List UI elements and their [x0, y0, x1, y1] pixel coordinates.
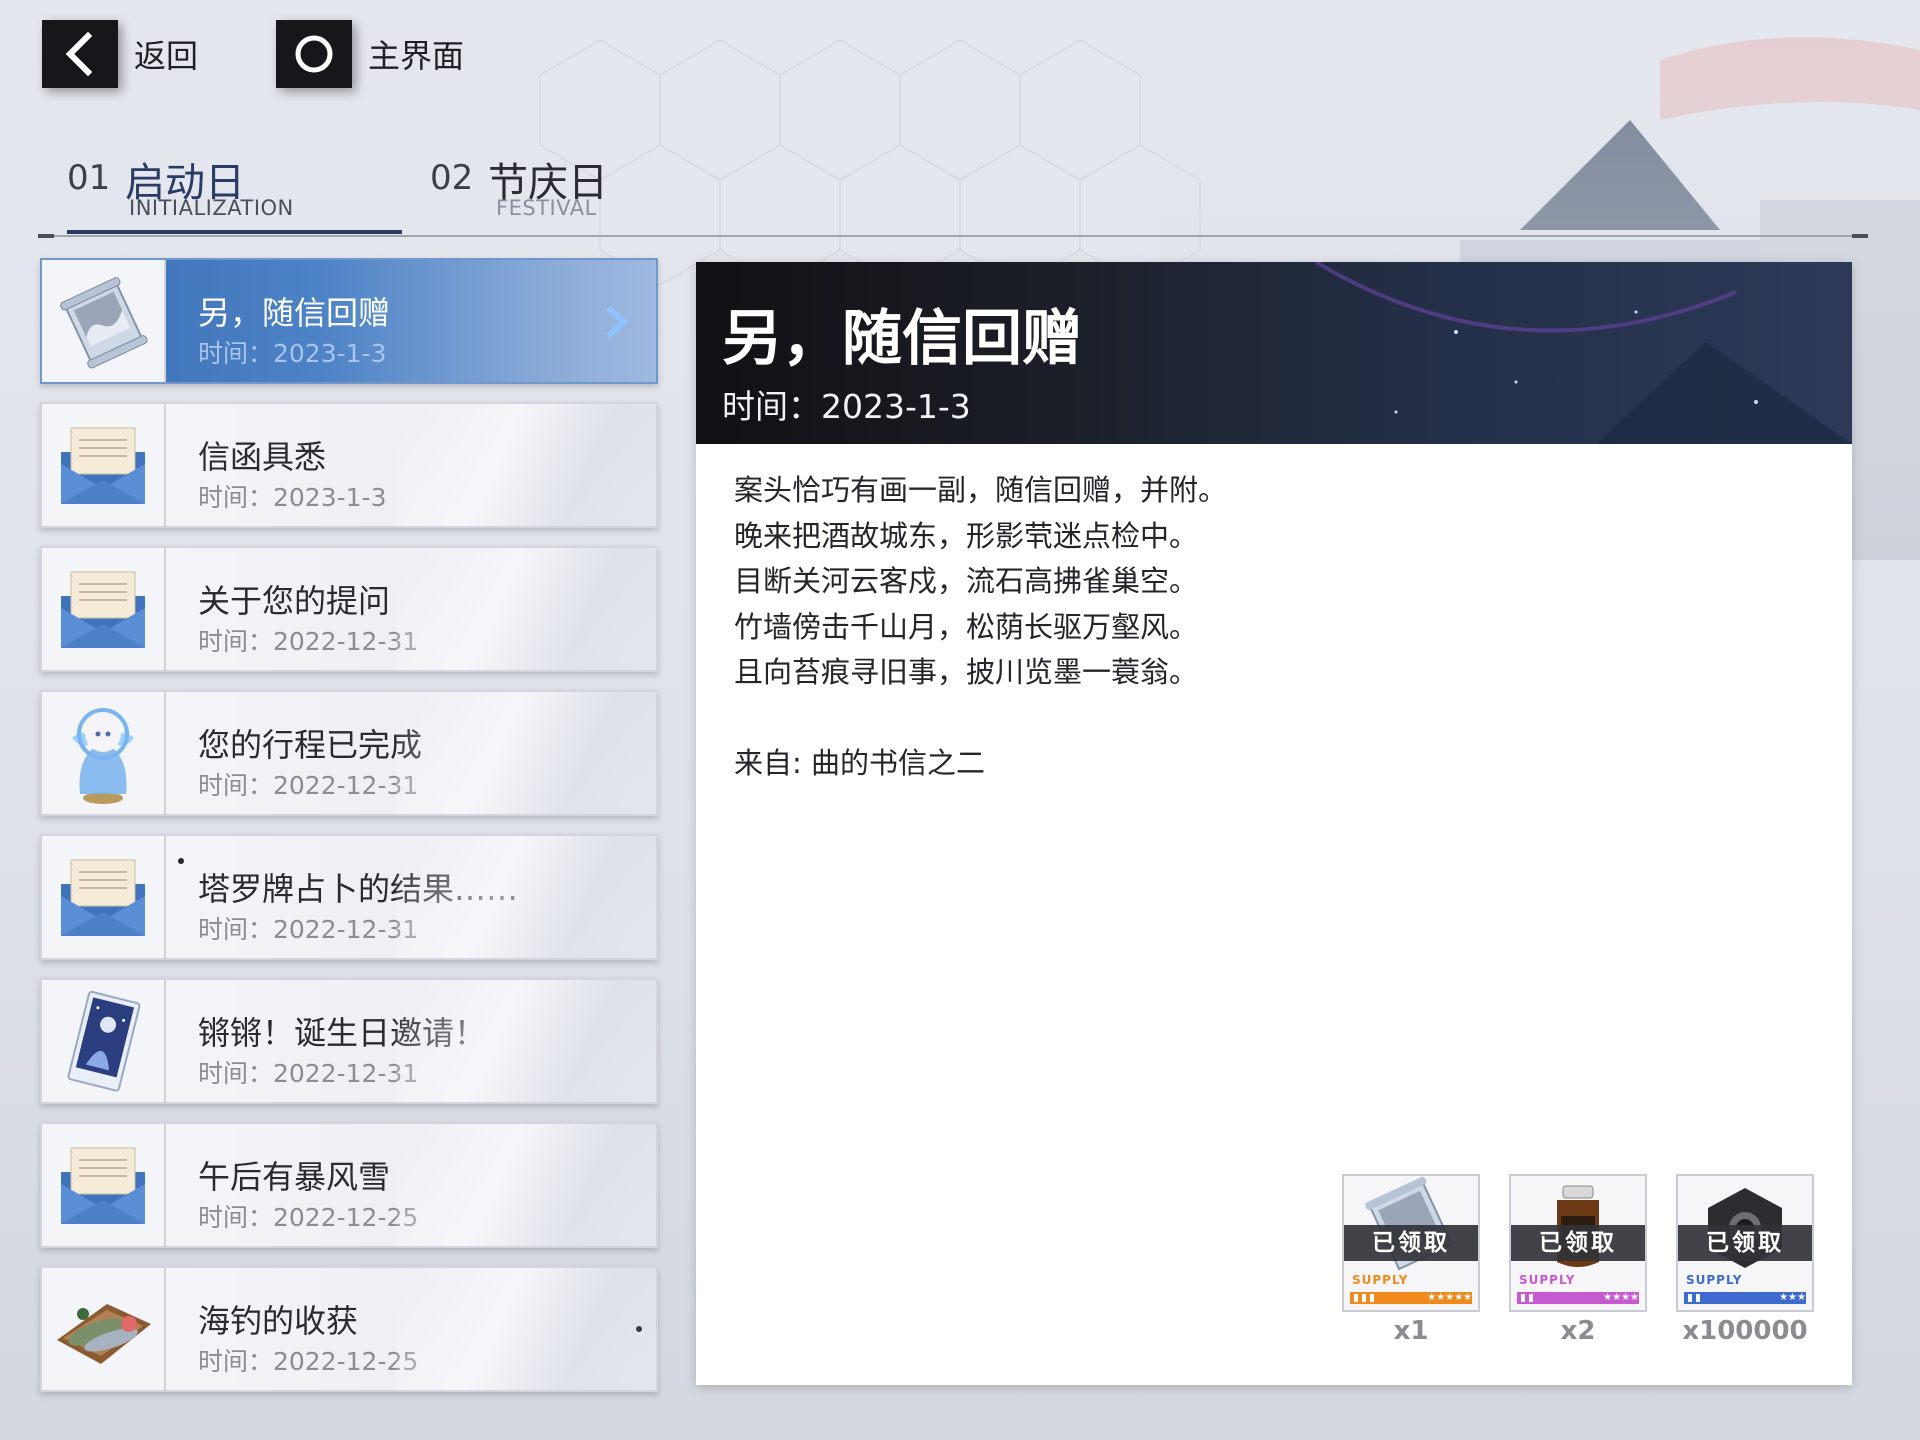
tab-festival[interactable]: 02 节庆日 FESTIVAL	[430, 150, 630, 240]
home-button[interactable]: 主界面	[276, 20, 464, 88]
character-figurine-icon	[42, 692, 166, 814]
unread-dot	[636, 1326, 642, 1332]
mail-sender: 来自: 曲的书信之二	[734, 740, 985, 782]
mail-item[interactable]: 塔罗牌占卜的结果…… 时间：2022-12-31	[40, 834, 658, 960]
body-line: 且向苔痕寻旧事，披川览墨一蓑翁。	[734, 655, 1199, 689]
claimed-label: 已领取	[1511, 1225, 1645, 1261]
fish-platter-icon	[42, 1268, 166, 1390]
tab-number: 01	[67, 158, 111, 198]
mail-time: 时间：2022-12-31	[198, 627, 419, 656]
supply-label: SUPPLY	[1519, 1273, 1576, 1287]
mail-time: 时间：2022-12-31	[198, 771, 419, 800]
mail-title: 塔罗牌占卜的结果……	[198, 870, 519, 908]
mail-time: 时间：2022-12-25	[198, 1347, 419, 1376]
reward-item[interactable]: 已领取 SUPPLY ★★★ x100000	[1676, 1174, 1814, 1346]
tab-active-underline	[67, 230, 402, 234]
back-button[interactable]: 返回	[42, 20, 198, 88]
mail-time: 时间：2023-1-3	[198, 483, 387, 512]
tab-sublabel: INITIALIZATION	[129, 196, 294, 220]
mail-title: 您的行程已完成	[198, 726, 423, 764]
mail-item[interactable]: 信函具悉 时间：2023-1-3	[40, 402, 658, 528]
envelope-icon	[42, 404, 166, 526]
sender-name: 曲的书信之二	[811, 746, 986, 780]
mail-item[interactable]: 锵锵！诞生日邀请！ 时间：2022-12-31	[40, 978, 658, 1104]
claimed-label: 已领取	[1678, 1225, 1812, 1261]
home-circle-icon	[276, 20, 352, 88]
mail-time: 时间：2022-12-25	[198, 1203, 419, 1232]
claimed-label: 已领取	[1344, 1225, 1478, 1261]
rarity-stars: ★★★★	[1603, 1292, 1639, 1303]
rarity-stars: ★★★	[1779, 1292, 1806, 1303]
mail-title: 另，随信回赠	[198, 294, 391, 332]
mail-time: 时间：2022-12-31	[198, 915, 419, 944]
reward-item[interactable]: 已领取 SUPPLY ★★★★★ x1	[1342, 1174, 1480, 1346]
back-label: 返回	[134, 37, 199, 75]
mail-body: 案头恰巧有画一副，随信回赠，并附。 晚来把酒故城东，形影茕迷点检中。 目断关河云…	[734, 468, 1794, 696]
tab-divider	[38, 234, 1868, 238]
tab-number: 02	[430, 158, 474, 198]
mail-item[interactable]: 关于您的提问 时间：2022-12-31	[40, 546, 658, 672]
mail-item[interactable]: 午后有暴风雪 时间：2022-12-25	[40, 1122, 658, 1248]
sender-label: 来自:	[734, 746, 811, 780]
reward-quantity: x1	[1393, 1316, 1429, 1346]
mail-time: 时间：2022-12-31	[198, 1059, 419, 1088]
mail-item[interactable]: 海钓的收获 时间：2022-12-25	[40, 1266, 658, 1392]
mail-detail-panel: 另，随信回赠 时间：2023-1-3 案头恰巧有画一副，随信回赠，并附。 晚来把…	[696, 262, 1852, 1385]
mail-detail-header: 另，随信回赠 时间：2023-1-3	[696, 262, 1852, 444]
body-line: 竹墙傍击千山月，松荫长驱万壑风。	[734, 609, 1199, 644]
tab-sublabel: FESTIVAL	[496, 196, 597, 220]
body-line: 目断关河云客戍，流石高拂雀巢空。	[734, 564, 1199, 598]
tab-initialization[interactable]: 01 启动日 INITIALIZATION	[67, 150, 402, 240]
tarot-card-icon	[42, 980, 166, 1102]
mail-time: 时间：2023-1-3	[198, 339, 387, 368]
reward-quantity: x100000	[1682, 1316, 1808, 1346]
mail-title: 午后有暴风雪	[198, 1158, 391, 1196]
body-line: 案头恰巧有画一副，随信回赠，并附。	[734, 473, 1228, 507]
rarity-stars: ★★★★★	[1427, 1292, 1472, 1303]
detail-time: 时间：2023-1-3	[722, 387, 971, 426]
supply-label: SUPPLY	[1352, 1273, 1409, 1287]
chevron-right-icon	[606, 305, 629, 339]
unread-dot	[178, 858, 184, 864]
scroll-gift-icon	[42, 260, 166, 382]
mail-list: 另，随信回赠 时间：2023-1-3 信函具悉 时间：2023-1-3 关于您的…	[40, 258, 658, 1410]
home-label: 主界面	[368, 37, 465, 75]
envelope-icon	[42, 548, 166, 670]
reward-quantity: x2	[1560, 1316, 1596, 1346]
reward-card: 已领取 SUPPLY ★★★★★	[1342, 1174, 1480, 1312]
envelope-icon	[42, 836, 166, 958]
mail-title: 海钓的收获	[198, 1302, 359, 1340]
detail-title: 另，随信回赠	[722, 304, 1082, 374]
mail-item[interactable]: 另，随信回赠 时间：2023-1-3	[40, 258, 658, 384]
envelope-icon	[42, 1124, 166, 1246]
reward-item[interactable]: 已领取 SUPPLY ★★★★ x2	[1509, 1174, 1647, 1346]
supply-label: SUPPLY	[1686, 1273, 1743, 1287]
reward-card: 已领取 SUPPLY ★★★	[1676, 1174, 1814, 1312]
body-line: 晚来把酒故城东，形影茕迷点检中。	[734, 518, 1199, 553]
reward-card: 已领取 SUPPLY ★★★★	[1509, 1174, 1647, 1312]
back-arrow-icon	[42, 20, 118, 88]
mail-item[interactable]: 您的行程已完成 时间：2022-12-31	[40, 690, 658, 816]
mail-title: 信函具悉	[198, 438, 327, 476]
mail-title: 关于您的提问	[198, 582, 391, 620]
mail-title: 锵锵！诞生日邀请！	[198, 1014, 487, 1052]
